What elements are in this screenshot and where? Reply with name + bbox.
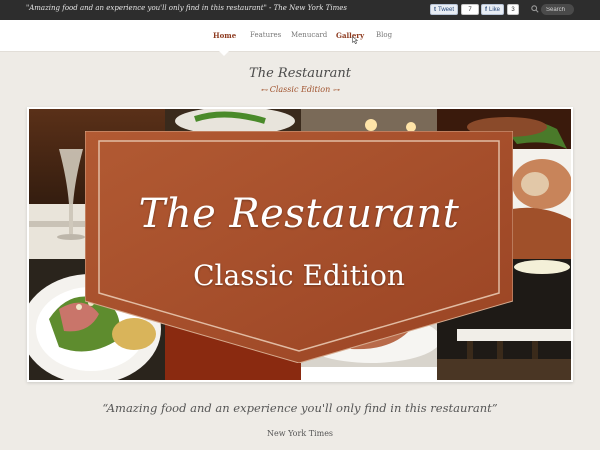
logo-subtitle-text: Classic Edition <box>269 85 331 94</box>
twitter-icon: t <box>434 6 436 13</box>
banner-title: The Restaurant <box>138 191 460 237</box>
like-count: 3 <box>507 4 520 15</box>
facebook-icon: f <box>485 6 487 13</box>
active-indicator <box>219 51 229 56</box>
nav-features[interactable]: Features <box>250 31 281 39</box>
hero-slider[interactable]: The Restaurant Classic Edition <box>27 107 573 382</box>
site-logo-title[interactable]: The Restaurant <box>0 66 600 81</box>
top-bar: "Amazing food and an experience you'll o… <box>0 0 600 20</box>
tweet-button[interactable]: t Tweet <box>430 4 459 15</box>
site-logo-subtitle: ⊷ Classic Edition ⊶ <box>0 85 600 94</box>
ornament-right-icon: ⊶ <box>330 86 340 94</box>
slider-viewport: The Restaurant Classic Edition <box>29 109 571 380</box>
main-nav: Home Features Menucard Gallery Blog <box>0 20 600 56</box>
banner-subtitle: Classic Edition <box>193 259 405 292</box>
pointer-cursor-icon <box>352 36 359 44</box>
like-label: Like <box>489 6 501 13</box>
tweet-count: 7 <box>461 4 480 15</box>
testimonial-quote: “Amazing food and an experience you'll o… <box>102 401 498 415</box>
like-widget: f Like 3 <box>481 4 520 15</box>
nav-blog[interactable]: Blog <box>376 31 392 39</box>
testimonial-source: New York Times <box>266 429 334 438</box>
banner-shape <box>85 131 513 363</box>
like-button[interactable]: f Like <box>481 4 505 15</box>
header-quote: "Amazing food and an experience you'll o… <box>26 4 347 12</box>
search-input[interactable] <box>541 4 574 15</box>
nav-home[interactable]: Home <box>213 31 236 40</box>
hero-banner: The Restaurant Classic Edition <box>85 131 513 363</box>
ornament-left-icon: ⊷ <box>260 86 270 94</box>
search-icon[interactable] <box>531 5 539 13</box>
tweet-label: Tweet <box>438 6 455 13</box>
tweet-widget: t Tweet 7 <box>430 4 480 15</box>
nav-menucard[interactable]: Menucard <box>291 31 327 39</box>
